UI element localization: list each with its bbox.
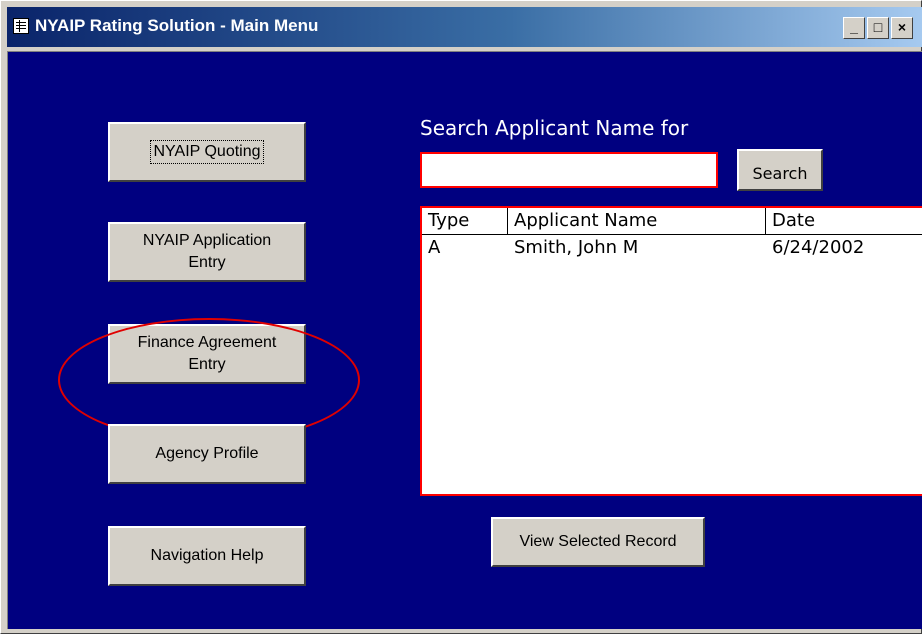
nyaip-quoting-button[interactable]: NYAIP Quoting bbox=[108, 122, 306, 182]
finance-agreement-entry-button[interactable]: Finance Agreement Entry bbox=[108, 324, 306, 384]
main-menu-window: NYAIP Rating Solution - Main Menu _ □ × … bbox=[0, 0, 922, 634]
nyaip-application-entry-button[interactable]: NYAIP Application Entry bbox=[108, 222, 306, 282]
agency-profile-button[interactable]: Agency Profile bbox=[108, 424, 306, 484]
view-selected-record-button[interactable]: View Selected Record bbox=[491, 517, 705, 567]
form-icon bbox=[13, 18, 29, 34]
finance-agreement-entry-label-line1: Finance Agreement bbox=[137, 334, 277, 351]
results-header: Type Applicant Name Date bbox=[422, 208, 922, 235]
nyaip-quoting-label: NYAIP Quoting bbox=[153, 143, 261, 160]
column-header-date[interactable]: Date bbox=[766, 208, 922, 234]
window-title: NYAIP Rating Solution - Main Menu bbox=[35, 16, 319, 35]
navigation-help-label: Navigation Help bbox=[150, 547, 264, 564]
minimize-button[interactable]: _ bbox=[843, 17, 865, 39]
view-selected-record-label: View Selected Record bbox=[519, 533, 677, 550]
column-header-applicant-name[interactable]: Applicant Name bbox=[508, 208, 766, 234]
navigation-help-button[interactable]: Navigation Help bbox=[108, 526, 306, 586]
column-header-type[interactable]: Type bbox=[422, 208, 508, 234]
search-input[interactable] bbox=[420, 152, 718, 188]
restore-button[interactable]: □ bbox=[867, 17, 889, 39]
finance-agreement-entry-label-line2: Entry bbox=[188, 356, 226, 373]
search-button[interactable]: Search bbox=[737, 149, 823, 191]
nyaip-application-entry-label-line1: NYAIP Application bbox=[142, 232, 272, 249]
agency-profile-label: Agency Profile bbox=[155, 445, 259, 462]
close-button[interactable]: × bbox=[891, 17, 913, 39]
results-list[interactable]: Type Applicant Name Date A Smith, John M… bbox=[420, 206, 922, 496]
cell-type: A bbox=[428, 237, 441, 258]
search-label: Search Applicant Name for bbox=[420, 116, 689, 140]
nyaip-application-entry-label-line2: Entry bbox=[188, 254, 226, 271]
cell-date: 6/24/2002 bbox=[772, 237, 865, 258]
cell-applicant-name: Smith, John M bbox=[514, 237, 639, 258]
table-row[interactable]: A Smith, John M 6/24/2002 bbox=[422, 235, 922, 261]
title-bar[interactable]: NYAIP Rating Solution - Main Menu _ □ × bbox=[7, 7, 922, 47]
form-body: NYAIP Quoting NYAIP Application Entry Fi… bbox=[7, 51, 922, 629]
search-button-label: Search bbox=[752, 163, 808, 183]
